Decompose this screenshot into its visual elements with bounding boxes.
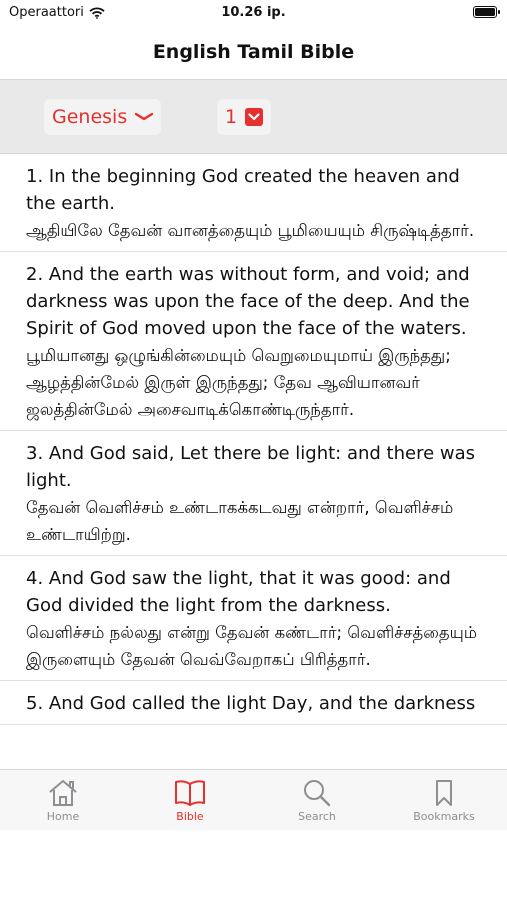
tab-bible-label: Bible xyxy=(176,810,204,823)
verse-item[interactable]: 5. And God called the light Day, and the… xyxy=(0,681,507,725)
verse-english: 3. And God said, Let there be light: and… xyxy=(26,443,476,491)
navigation-bar: English Tamil Bible xyxy=(0,28,507,80)
bookmark-icon xyxy=(436,780,452,806)
app-screen: Operaattori 10.26 ip. English Tamil Bibl… xyxy=(0,0,507,830)
search-icon xyxy=(304,780,331,807)
book-icon xyxy=(175,780,205,806)
book-picker[interactable]: Genesis xyxy=(44,99,162,135)
book-chapter-bar: Genesis 1 xyxy=(0,80,507,154)
verse-english: 4. And God saw the light, that it was go… xyxy=(26,568,451,616)
verse-english: 5. And God called the light Day, and the… xyxy=(26,693,476,714)
chevron-down-icon xyxy=(135,112,154,121)
tab-bar: Home Bible Search Bookmarks xyxy=(0,769,507,830)
verse-list[interactable]: 1. In the beginning God created the heav… xyxy=(0,154,507,769)
chevron-down-box-icon xyxy=(245,108,264,126)
tab-bookmarks-label: Bookmarks xyxy=(413,810,475,823)
verse-tamil: ஆதியிலே தேவன் வானத்தையும் பூமியையும் சிர… xyxy=(26,221,475,240)
verse-english: 1. In the beginning God created the heav… xyxy=(26,166,460,214)
tab-bookmarks[interactable]: Bookmarks xyxy=(381,770,507,830)
verse-tamil: பூமியானது ஒழுங்கின்மையும் வெறுமையுமாய் இ… xyxy=(26,346,451,419)
battery-icon xyxy=(473,6,500,18)
tab-bible[interactable]: Bible xyxy=(127,770,253,830)
book-picker-label: Genesis xyxy=(52,106,128,128)
status-time: 10.26 ip. xyxy=(221,5,286,20)
verse-item[interactable]: 3. And God said, Let there be light: and… xyxy=(0,431,507,556)
tab-home-label: Home xyxy=(46,810,80,823)
verse-tamil: தேவன் வெளிச்சம் உண்டாகக்கடவது என்றார், வ… xyxy=(26,498,454,544)
page-title: English Tamil Bible xyxy=(152,41,355,63)
tab-search[interactable]: Search xyxy=(254,770,380,830)
verse-english: 2. And the earth was without form, and v… xyxy=(26,264,470,339)
home-icon xyxy=(49,780,77,806)
verse-tamil: வெளிச்சம் நல்லது என்று தேவன் கண்டார்; வெ… xyxy=(26,623,478,669)
verse-item[interactable]: 1. In the beginning God created the heav… xyxy=(0,154,507,252)
verse-item[interactable]: 4. And God saw the light, that it was go… xyxy=(0,556,507,681)
chapter-picker[interactable]: 1 xyxy=(217,99,272,135)
tab-home[interactable]: Home xyxy=(0,770,126,830)
tab-search-label: Search xyxy=(298,810,336,823)
chapter-picker-label: 1 xyxy=(225,106,238,128)
status-bar: Operaattori 10.26 ip. xyxy=(0,0,507,28)
verse-item[interactable]: 2. And the earth was without form, and v… xyxy=(0,252,507,431)
